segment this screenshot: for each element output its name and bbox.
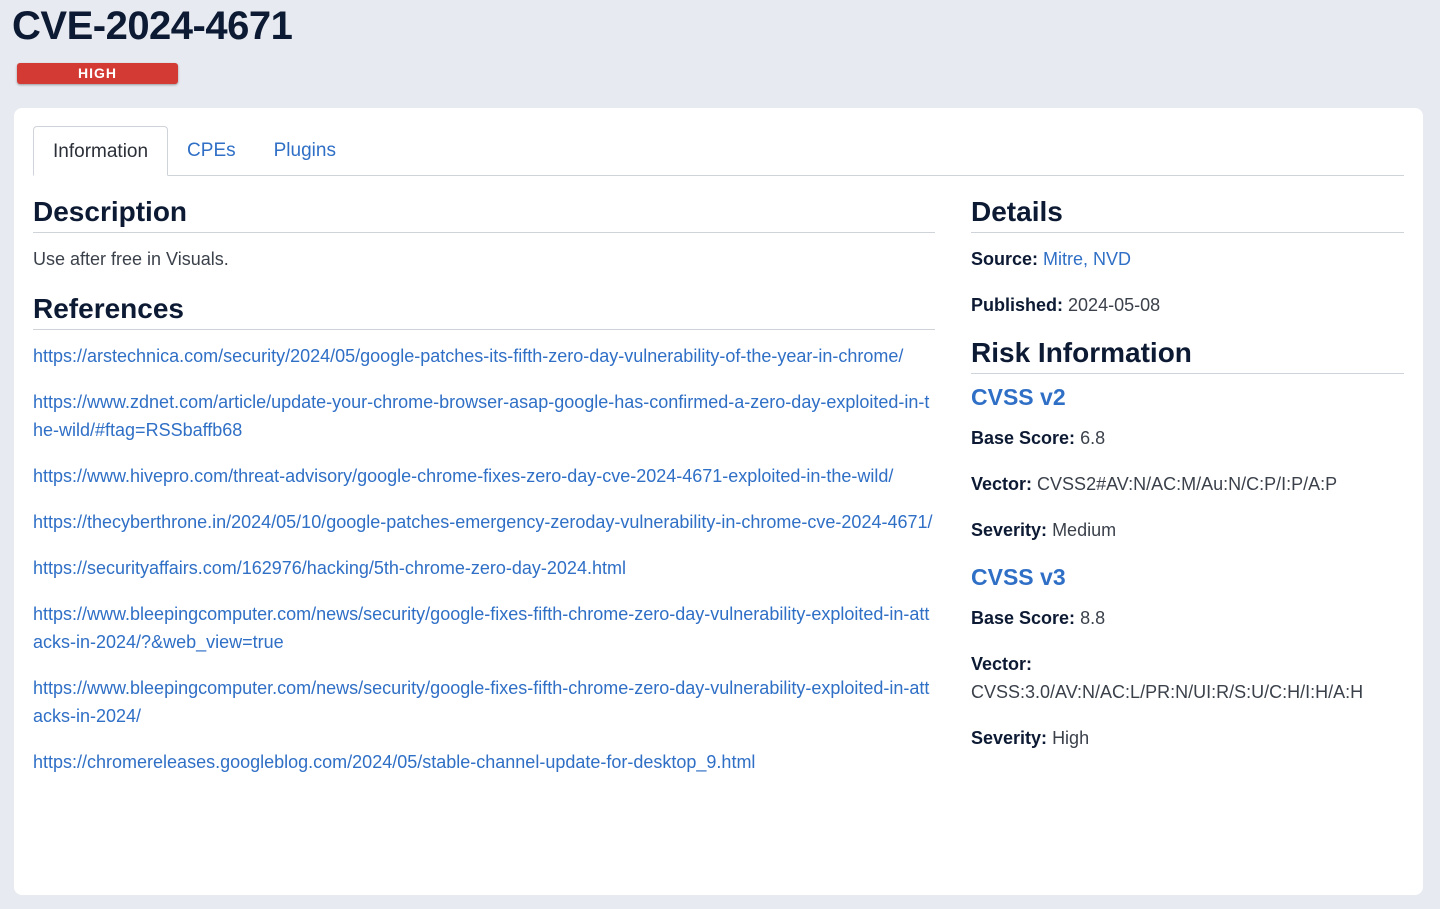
severity-label: Severity:: [971, 520, 1048, 540]
cvss-v3-base-score-row: Base Score: 8.8: [971, 604, 1404, 632]
cvss-v2-base-score: 6.8: [1080, 428, 1106, 448]
content-panel: Information CPEs Plugins Description Use…: [14, 108, 1423, 895]
reference-link[interactable]: https://www.hivepro.com/threat-advisory/…: [33, 462, 935, 490]
cvss-v3-base-score: 8.8: [1080, 608, 1106, 628]
cvss-v2-heading[interactable]: CVSS v2: [971, 382, 1404, 412]
tab-information[interactable]: Information: [33, 126, 169, 176]
cvss-v3-vector-row: Vector: CVSS:3.0/AV:N/AC:L/PR:N/UI:R/S:U…: [971, 650, 1404, 706]
cvss-v2-severity-row: Severity: Medium: [971, 516, 1404, 544]
references-list: https://arstechnica.com/security/2024/05…: [33, 342, 935, 776]
page-title: CVE-2024-4671: [12, 4, 293, 48]
reference-link[interactable]: https://www.zdnet.com/article/update-you…: [33, 388, 935, 444]
cvss-v2-base-score-row: Base Score: 6.8: [971, 424, 1404, 452]
references-heading: References: [33, 293, 935, 330]
tab-bar: Information CPEs Plugins: [33, 126, 1404, 176]
published-row: Published: 2024-05-08: [971, 291, 1404, 319]
vector-label: Vector:: [971, 654, 1033, 674]
cvss-v3-severity-row: Severity: High: [971, 724, 1404, 752]
base-score-label: Base Score:: [971, 428, 1076, 448]
risk-information-heading: Risk Information: [971, 337, 1404, 374]
reference-link[interactable]: https://chromereleases.googleblog.com/20…: [33, 748, 935, 776]
description-text: Use after free in Visuals.: [33, 249, 229, 269]
source-label: Source:: [971, 249, 1039, 269]
cvss-v2-vector-row: Vector: CVSS2#AV:N/AC:M/Au:N/C:P/I:P/A:P: [971, 470, 1404, 498]
cvss-v3-severity: High: [1052, 728, 1090, 748]
severity-badge: HIGH: [17, 63, 178, 84]
description-heading: Description: [33, 196, 935, 233]
details-heading: Details: [971, 196, 1404, 233]
cvss-v2-severity: Medium: [1052, 520, 1117, 540]
published-label: Published:: [971, 295, 1064, 315]
vector-label: Vector:: [971, 474, 1033, 494]
reference-link[interactable]: https://www.bleepingcomputer.com/news/se…: [33, 600, 935, 656]
information-right-column: Details Source: Mitre, NVD Published: 20…: [971, 196, 1404, 752]
cvss-v3-heading[interactable]: CVSS v3: [971, 562, 1404, 592]
tab-plugins[interactable]: Plugins: [255, 126, 355, 175]
severity-label: Severity:: [971, 728, 1048, 748]
cvss-v3-vector: CVSS:3.0/AV:N/AC:L/PR:N/UI:R/S:U/C:H/I:H…: [971, 682, 1364, 702]
reference-link[interactable]: https://www.bleepingcomputer.com/news/se…: [33, 674, 935, 730]
base-score-label: Base Score:: [971, 608, 1076, 628]
reference-link[interactable]: https://arstechnica.com/security/2024/05…: [33, 342, 935, 370]
reference-link[interactable]: https://securityaffairs.com/162976/hacki…: [33, 554, 935, 582]
information-left-column: Description Use after free in Visuals. R…: [33, 196, 935, 794]
tab-cpes[interactable]: CPEs: [168, 126, 255, 175]
reference-link[interactable]: https://thecyberthrone.in/2024/05/10/goo…: [33, 508, 935, 536]
source-row: Source: Mitre, NVD: [971, 245, 1404, 273]
cvss-v2-vector: CVSS2#AV:N/AC:M/Au:N/C:P/I:P/A:P: [1037, 474, 1338, 494]
published-value: 2024-05-08: [1068, 295, 1161, 315]
source-link[interactable]: Mitre, NVD: [1043, 249, 1131, 269]
